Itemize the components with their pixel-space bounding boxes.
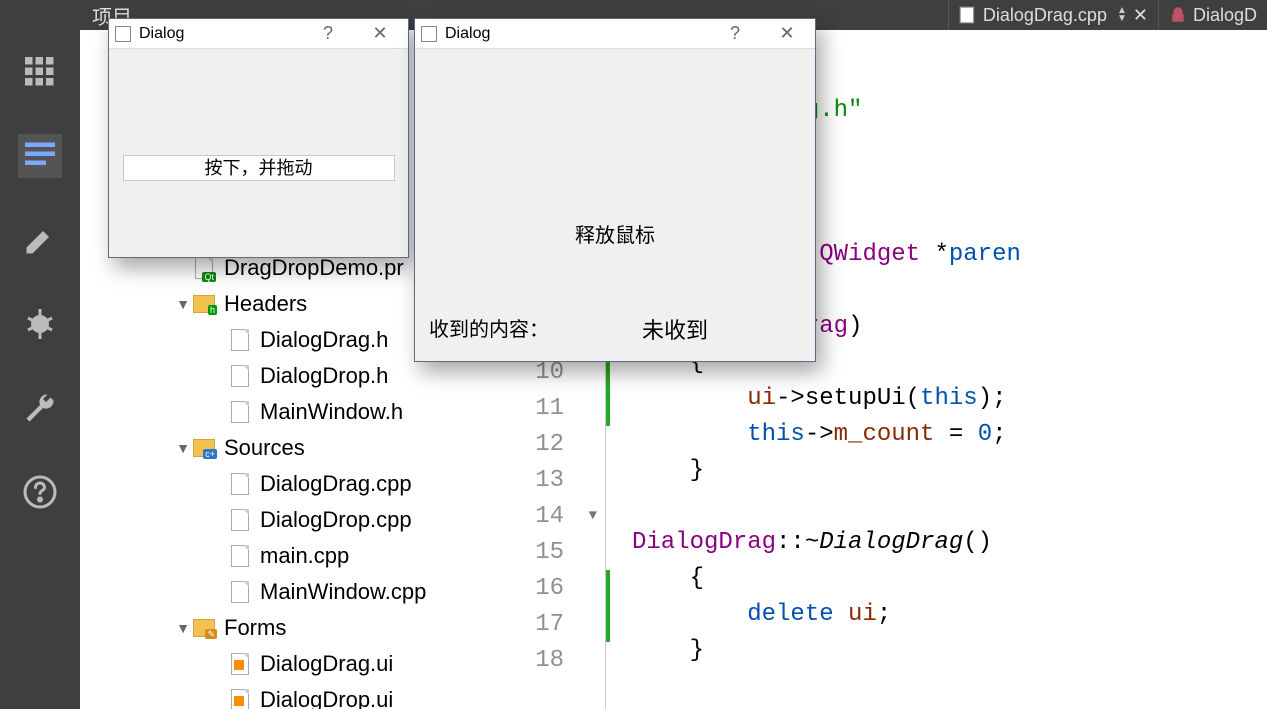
tree-file[interactable]: ▶main.cpp — [80, 538, 520, 574]
tree-label: DialogDrop.cpp — [260, 502, 412, 538]
tree-label: Headers — [224, 286, 307, 322]
tree-file[interactable]: ▶DialogDrop.h — [80, 358, 520, 394]
drop-hint-label: 释放鼠标 — [415, 219, 815, 248]
tree-label: DialogDrop.ui — [260, 682, 393, 709]
editor-tab[interactable]: DialogDrag.cpp ▲▼ ✕ — [948, 0, 1158, 30]
dialog-titlebar[interactable]: Dialog ? ✕ — [415, 19, 815, 49]
activity-bar — [0, 0, 80, 709]
tree-label: DialogDrag.ui — [260, 646, 393, 682]
tree-folder-sources[interactable]: ▼ c+ Sources — [80, 430, 520, 466]
dialog-body[interactable]: 释放鼠标 收到的内容： 未收到 — [415, 49, 815, 361]
tree-file[interactable]: ▶DialogDrop.cpp — [80, 502, 520, 538]
tree-label: MainWindow.h — [260, 394, 403, 430]
help-button-icon[interactable]: ? — [713, 20, 757, 48]
wrench-icon[interactable] — [18, 386, 62, 430]
tree-label: Forms — [224, 610, 286, 646]
dialog-title: Dialog — [445, 25, 490, 43]
tree-file[interactable]: ▶MainWindow.cpp — [80, 574, 520, 610]
pencil-icon[interactable] — [18, 218, 62, 262]
editor-tab[interactable]: DialogD — [1158, 0, 1267, 30]
tree-file[interactable]: ▶DialogDrag.cpp — [80, 466, 520, 502]
drag-handle-button[interactable]: 按下，并拖动 — [123, 155, 395, 181]
tree-label: MainWindow.cpp — [260, 574, 426, 610]
dialog-titlebar[interactable]: Dialog ? ✕ — [109, 19, 408, 49]
dialog-title: Dialog — [139, 25, 184, 43]
drag-source-dialog[interactable]: Dialog ? ✕ 按下，并拖动 — [108, 18, 409, 258]
received-row: 收到的内容： 未收到 — [415, 313, 815, 345]
tree-file[interactable]: ▶MainWindow.h — [80, 394, 520, 430]
lock-icon — [1169, 6, 1187, 24]
close-icon[interactable]: ✕ — [765, 20, 809, 48]
tree-file[interactable]: ▶DialogDrop.ui — [80, 682, 520, 709]
tree-label: DialogDrag.h — [260, 322, 388, 358]
grid-icon[interactable] — [18, 50, 62, 94]
tree-label: Sources — [224, 430, 305, 466]
tree-label: main.cpp — [260, 538, 349, 574]
received-value: 未收到 — [549, 313, 801, 345]
received-label: 收到的内容： — [429, 313, 549, 345]
dialog-body: 按下，并拖动 — [109, 49, 408, 191]
close-icon[interactable]: ✕ — [358, 20, 402, 48]
tab-close-icon[interactable]: ✕ — [1133, 5, 1148, 26]
cpp-file-icon — [959, 6, 977, 24]
help-button-icon[interactable]: ? — [306, 20, 350, 48]
drop-target-dialog[interactable]: Dialog ? ✕ 释放鼠标 收到的内容： 未收到 — [414, 18, 816, 362]
tab-filename: DialogDrag.cpp — [983, 5, 1107, 26]
bug-icon[interactable] — [18, 302, 62, 346]
tree-file[interactable]: ▶DialogDrag.ui — [80, 646, 520, 682]
edit-mode-icon[interactable] — [18, 134, 62, 178]
tab-filename: DialogD — [1193, 5, 1257, 26]
window-icon — [115, 26, 131, 42]
window-icon — [421, 26, 437, 42]
tab-split-icon[interactable]: ▲▼ — [1117, 7, 1127, 23]
tree-label: DialogDrag.cpp — [260, 466, 412, 502]
help-icon[interactable] — [18, 470, 62, 514]
tree-label: DialogDrop.h — [260, 358, 388, 394]
editor-tabs: DialogDrag.cpp ▲▼ ✕ DialogD — [948, 0, 1267, 30]
tree-folder-forms[interactable]: ▼ ✎ Forms — [80, 610, 520, 646]
